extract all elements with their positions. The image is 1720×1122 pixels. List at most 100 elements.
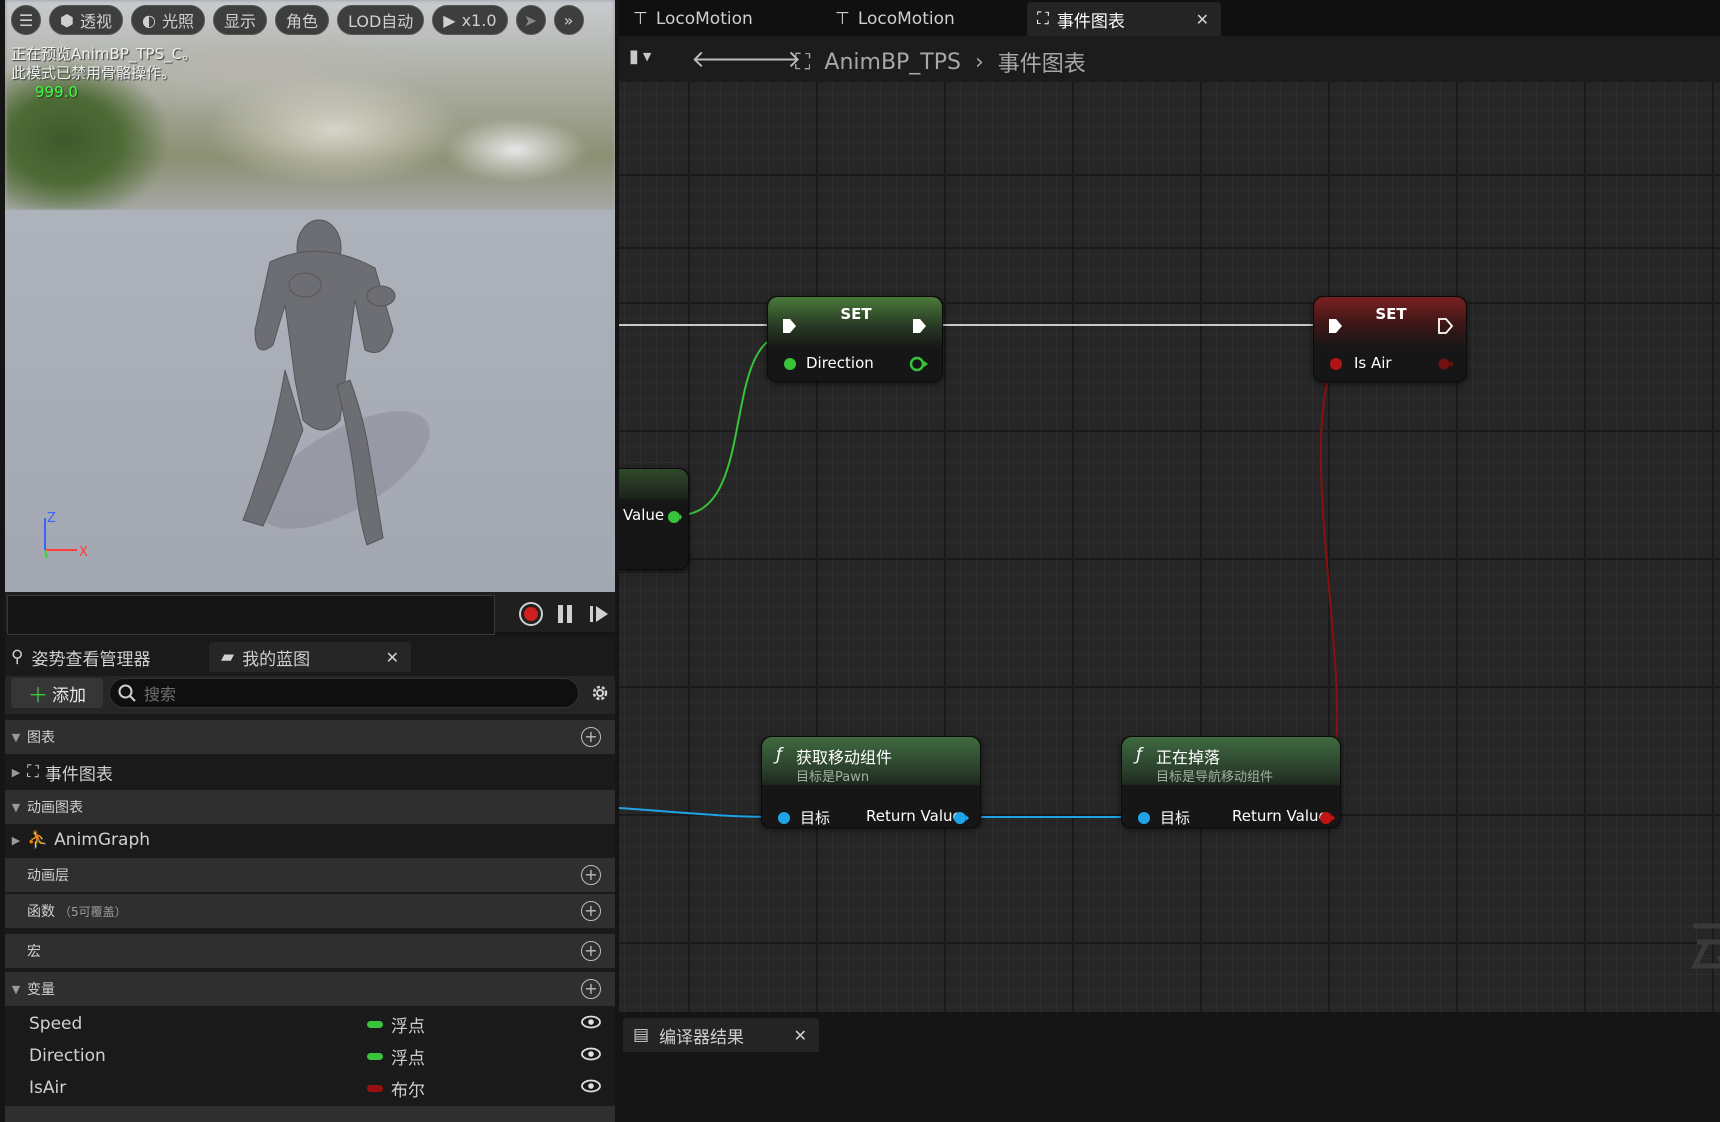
variable-row[interactable]: Direction 浮点 [5,1040,615,1072]
float-out-pin[interactable] [666,509,682,525]
step-forward-button[interactable] [585,600,613,628]
caret-down-icon: ▼ [11,730,21,744]
tree-item-animgraph[interactable]: ▶ ⛹ AnimGraph [5,824,615,856]
viewport-menu-button[interactable]: ☰ [11,5,41,35]
exec-in-pin[interactable] [782,317,798,335]
axis-gizmo: Z X [44,512,88,560]
node-is-falling[interactable]: ƒ 正在掉落 目标是导航移动组件 目标 Return Value [1121,736,1341,828]
graph-wires [619,247,1720,818]
node-set-direction[interactable]: SET Direction [767,296,943,382]
eye-icon[interactable] [581,1078,601,1098]
caret-down-icon: ▼ [11,982,21,996]
more-options-button[interactable]: » [553,5,584,35]
show-button[interactable]: 显示 [212,5,267,35]
add-button[interactable]: ＋ 添加 [11,678,103,708]
axis-x-label: X [79,545,88,560]
object-out-pin[interactable] [952,810,972,826]
bookmark-icon: ▮ [629,46,639,67]
sphere-icon: ◐ [141,10,156,30]
search-input[interactable]: 搜索 [109,678,579,708]
section-variables[interactable]: ▼ 变量 + [5,972,615,1006]
playback-speed-button[interactable]: ▶ x1.0 [432,5,508,35]
lighting-button[interactable]: ◐ 光照 [130,5,205,35]
caret-right-icon: ▶ [11,833,21,847]
settings-button[interactable] [589,682,611,708]
section-macros[interactable]: 宏 + [5,934,615,968]
float-out-pin[interactable] [908,356,932,372]
step-forward-icon [590,606,608,622]
node-partial[interactable]: ı Value [619,468,689,570]
add-graph-button[interactable]: + [581,727,601,747]
exec-out-pin[interactable] [912,317,928,335]
exec-out-pin[interactable] [1438,317,1454,335]
skeleton-disabled-text: 此模式已禁用骨骼操作。 [11,64,177,82]
breadcrumb-blueprint[interactable]: AnimBP_TPS [824,50,961,75]
character-button[interactable]: 角色 [274,5,329,35]
forward-button[interactable]: 🡒 [737,44,801,73]
axis-z-label: Z [47,512,56,526]
tab-event-graph[interactable]: ⛶ 事件图表 ✕ [1027,2,1221,36]
chevron-down-icon: ▼ [642,50,652,63]
variable-type[interactable]: 浮点 [367,1012,425,1037]
book-icon: ▰ [221,647,235,667]
section-event-dispatchers[interactable] [5,1106,615,1122]
section-functions[interactable]: 函数 （5可覆盖） + [5,894,615,928]
eye-icon[interactable] [581,1046,601,1066]
close-icon[interactable]: ✕ [1196,10,1209,29]
tab-locomotion-1[interactable]: ⊤ LocoMotion [623,2,809,36]
close-icon[interactable]: ✕ [794,1026,807,1045]
add-macro-button[interactable]: + [581,941,601,961]
graph-canvas[interactable]: SET Direction SET Is Air ı Value [619,82,1720,1012]
compiler-results-panel: ▤ 编译器结果 ✕ [619,1012,1720,1122]
search-placeholder: 搜索 [144,685,177,704]
tab-locomotion-2[interactable]: ⊤ LocoMotion [825,2,1011,36]
pin-label: Return Value [1232,807,1328,825]
gear-icon [592,685,608,701]
bool-out-pin[interactable] [1318,810,1338,826]
section-graphs[interactable]: ▼ 图表 + [5,720,615,754]
bool-out-pin[interactable] [1436,356,1458,372]
add-function-button[interactable]: + [581,901,601,921]
add-anim-layer-button[interactable]: + [581,865,601,885]
function-icon: ƒ [776,745,782,765]
exec-in-pin[interactable] [1328,317,1344,335]
eye-icon[interactable] [581,1014,601,1034]
preview-viewport[interactable]: ☰ ⬢ 透视 ◐ 光照 显示 角色 LOD自动 ▶ x1.0 ➤ » 正在预览A… [5,0,615,592]
fps-counter: 999.0 [35,83,78,101]
bool-in-pin[interactable] [1328,356,1344,372]
object-wire [619,807,782,818]
lod-button[interactable]: LOD自动 [337,5,425,35]
pin-label: Return Value [866,807,962,825]
breadcrumb: ⛶ AnimBP_TPS › 事件图表 [795,46,1086,78]
breadcrumb-graph[interactable]: 事件图表 [998,46,1086,78]
add-variable-button[interactable]: + [581,979,601,999]
hamburger-icon: ☰ [18,10,34,30]
variable-name: Direction [29,1046,106,1066]
perspective-button[interactable]: ⬢ 透视 [49,5,123,35]
preview-status-text: 正在预览AnimBP_TPS_C。 [11,45,198,63]
section-anim-graphs[interactable]: ▼ 动画图表 [5,790,615,824]
float-type-pill [367,1020,383,1028]
variable-row[interactable]: Speed 浮点 [5,1008,615,1040]
tab-pose-watch[interactable]: ⚲ 姿势查看管理器 [11,642,150,672]
tree-item-event-graph[interactable]: ▶ ⛶ 事件图表 [5,756,615,788]
variable-type[interactable]: 浮点 [367,1044,425,1069]
event-graph-icon: ⛶ [27,762,39,782]
select-mode-button[interactable]: ➤ [515,5,546,35]
object-in-pin[interactable] [776,810,792,826]
running-figure-icon: ⛹ [27,830,49,850]
node-get-movement-component[interactable]: ƒ 获取移动组件 目标是Pawn 目标 Return Value [761,736,981,828]
tab-compiler-results[interactable]: ▤ 编译器结果 ✕ [623,1018,819,1052]
timeline-scrubber[interactable] [7,595,495,635]
section-anim-layers[interactable]: 动画层 + [5,858,615,892]
close-icon[interactable]: ✕ [386,648,399,667]
pause-button[interactable] [551,600,579,628]
node-set-isair[interactable]: SET Is Air [1313,296,1467,382]
tab-my-blueprint[interactable]: ▰ 我的蓝图 ✕ [209,642,411,672]
bookmark-button[interactable]: ▮ ▼ [629,46,651,67]
variable-row[interactable]: IsAir 布尔 [5,1072,615,1104]
object-in-pin[interactable] [1136,810,1152,826]
variable-type[interactable]: 布尔 [367,1076,425,1101]
float-in-pin[interactable] [782,356,798,372]
record-button[interactable] [517,600,545,628]
